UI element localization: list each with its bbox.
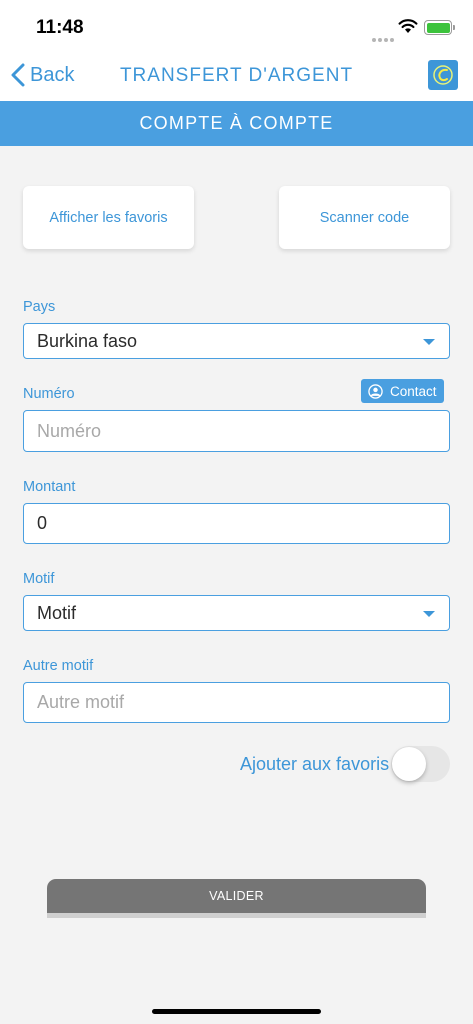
toggle-knob [392, 747, 426, 781]
page-title: TRANSFERT D'ARGENT [119, 65, 354, 86]
contact-label: Contact [390, 383, 437, 399]
pays-value: Burkina faso [37, 330, 138, 351]
status-time: 11:48 [36, 17, 84, 38]
autre-motif-placeholder: Autre motif [37, 692, 125, 712]
signal-icon [372, 29, 396, 47]
status-bar: 11:48 [0, 0, 473, 52]
montant-label: Montant [23, 479, 76, 495]
motif-select[interactable]: Motif [23, 595, 450, 631]
add-favorites-label: Ajouter aux favoris [240, 754, 390, 774]
caret-down-icon [423, 339, 435, 345]
autre-motif-label: Autre motif [23, 658, 94, 674]
wifi-icon [398, 19, 418, 33]
section-banner: COMPTE À COMPTE [0, 101, 473, 146]
motif-label: Motif [23, 571, 55, 587]
montant-input[interactable]: 0 [23, 503, 450, 544]
pays-label: Pays [23, 299, 56, 315]
contact-button[interactable]: Contact [361, 379, 444, 403]
pays-select[interactable]: Burkina faso [23, 323, 450, 359]
scan-code-button[interactable]: Scanner code [279, 186, 450, 249]
navigation-bar: Back TRANSFERT D'ARGENT [0, 52, 473, 101]
montant-value: 0 [37, 513, 48, 533]
show-favorites-button[interactable]: Afficher les favoris [23, 186, 194, 249]
app-logo-icon[interactable] [428, 60, 458, 90]
battery-icon [424, 20, 455, 35]
add-favorites-toggle[interactable] [391, 746, 450, 782]
numero-placeholder: Numéro [37, 420, 102, 441]
motif-value: Motif [37, 602, 77, 623]
caret-down-icon [423, 611, 435, 617]
autre-motif-input[interactable]: Autre motif [23, 682, 450, 723]
validate-button[interactable]: VALIDER [47, 879, 426, 918]
numero-input[interactable]: Numéro [23, 410, 450, 452]
numero-label: Numéro [23, 386, 75, 402]
home-indicator [152, 1009, 321, 1014]
person-circle-icon [368, 383, 383, 399]
